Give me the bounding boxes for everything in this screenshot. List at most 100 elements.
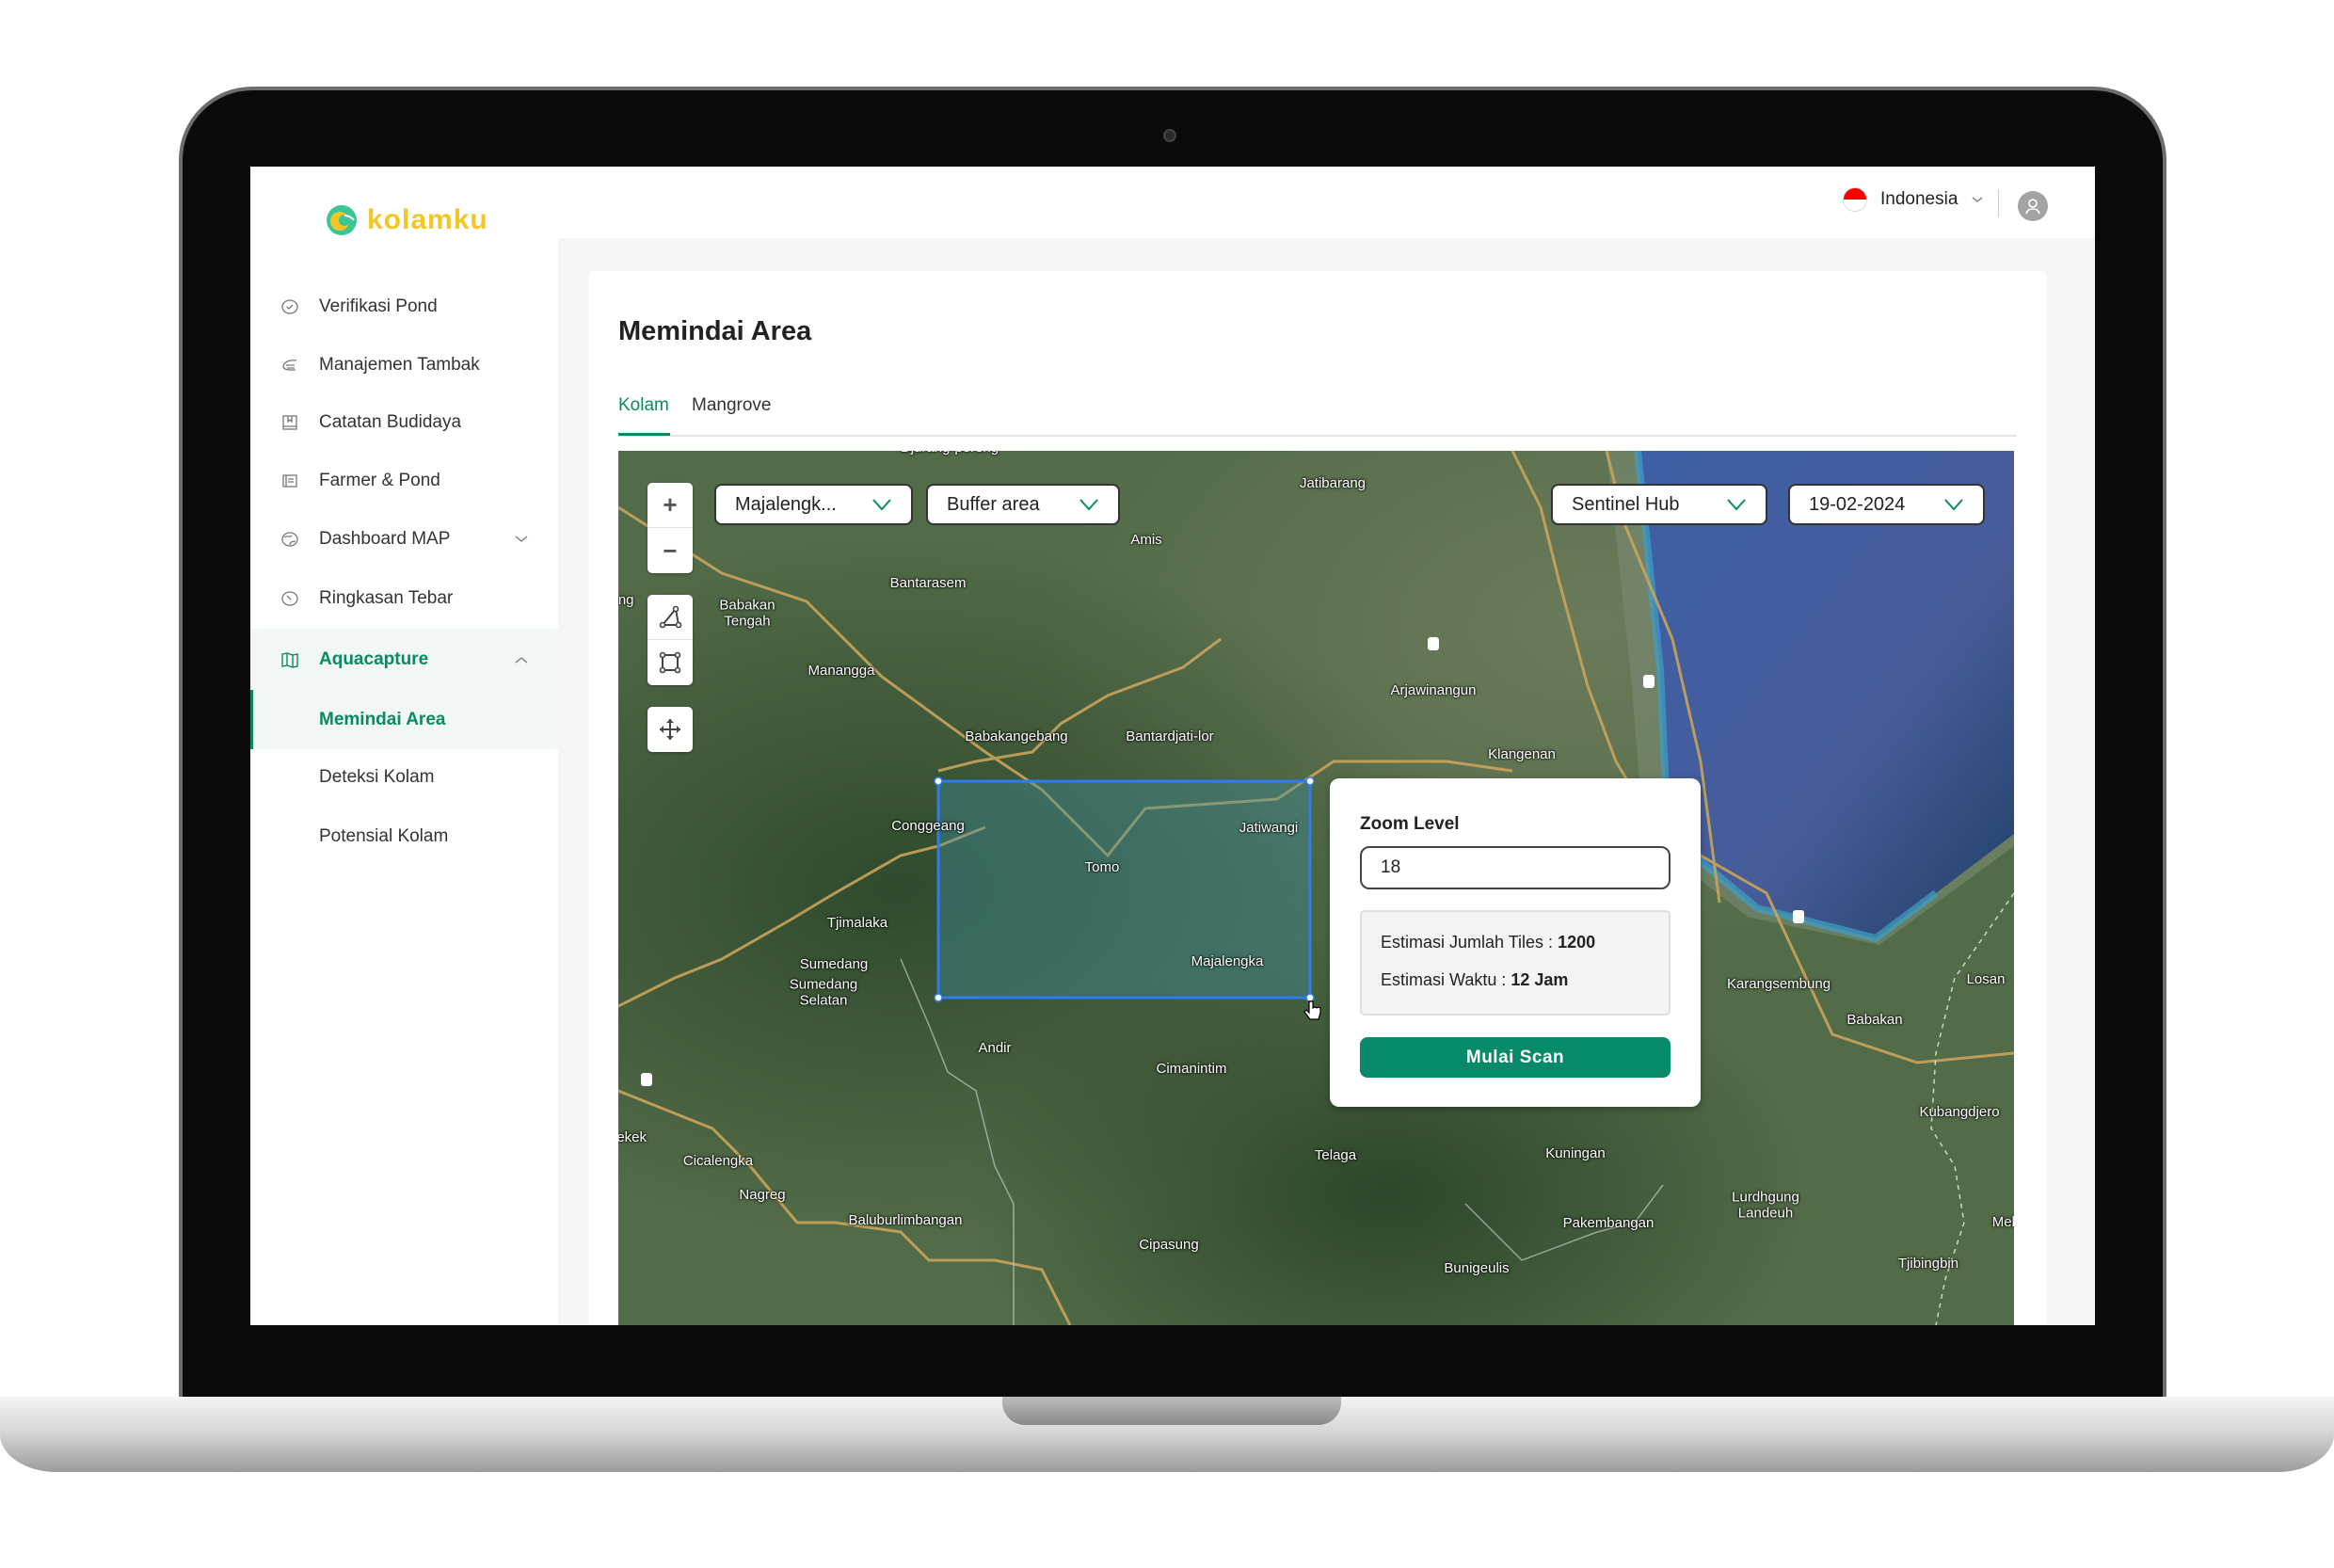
- tiles-value: 1200: [1558, 933, 1596, 952]
- map-place-label: Majalengka: [1191, 952, 1264, 969]
- map-place-label: Jatibarang: [1299, 474, 1367, 491]
- satellite-map[interactable]: Djurang-pereng Jatibarang Amis Bantarasem Ba…: [618, 451, 2014, 1325]
- chevron-down-icon: [872, 499, 891, 511]
- gauge-icon: [280, 589, 299, 608]
- chevron-down-icon: [1972, 197, 1983, 202]
- webcam: [1163, 129, 1176, 142]
- map-place-label: Cipasung: [1139, 1236, 1199, 1253]
- map-place-label: Djurang-pereng: [901, 451, 999, 456]
- map-place-label: Sumedang Selatan: [789, 976, 858, 1008]
- polygon-icon: [659, 605, 682, 628]
- indonesia-flag-icon: [1843, 187, 1867, 212]
- sidebar-subitem-potensial-kolam[interactable]: Potensial Kolam: [250, 808, 558, 866]
- map-place-label: Andir: [978, 1039, 1012, 1056]
- map-place-label: aekek: [618, 1128, 647, 1145]
- map-icon: [280, 650, 299, 669]
- globe-icon: [280, 530, 299, 549]
- sidebar-item-verifikasi-pond[interactable]: Verifikasi Pond: [250, 278, 558, 336]
- time-estimate: Estimasi Waktu : 12 Jam: [1381, 970, 1568, 990]
- selection-handle: [934, 993, 943, 1002]
- map-place-label: Kubangdjero: [1919, 1103, 2000, 1120]
- draw-rectangle-button[interactable]: [647, 640, 693, 685]
- page-title: Memindai Area: [618, 316, 812, 346]
- sidebar-subitem-memindai-area[interactable]: Memindai Area: [250, 690, 558, 749]
- estimate-box: Estimasi Jumlah Tiles : 1200 Estimasi Wa…: [1360, 910, 1671, 1016]
- map-place-label: Lurdhgung Landeuh: [1732, 1189, 1799, 1221]
- pan-button[interactable]: [647, 707, 693, 752]
- zoom-out-button[interactable]: −: [647, 528, 693, 573]
- divider: [1998, 189, 1999, 217]
- book-icon: [280, 413, 299, 432]
- map-place-label: Sumedang: [799, 955, 869, 972]
- map-place-label: Arjawinangun: [1390, 681, 1477, 698]
- tab-kolam[interactable]: Kolam: [618, 395, 669, 416]
- date-value: 19-02-2024: [1809, 493, 1906, 515]
- map-place-label: Tjibingbin: [1897, 1255, 1959, 1272]
- map-place-label: Tjimalaka: [826, 914, 888, 931]
- tab-mangrove[interactable]: Mangrove: [692, 395, 772, 416]
- chevron-down-icon: [1079, 499, 1098, 511]
- laptop-notch: [1002, 1397, 1341, 1425]
- sidebar-item-label: Manajemen Tambak: [319, 355, 480, 375]
- layer-dropdown[interactable]: Buffer area: [926, 484, 1120, 525]
- sidebar-item-farmer-pond[interactable]: Farmer & Pond: [250, 452, 558, 510]
- user-icon: [2025, 199, 2040, 215]
- shrimp-icon: [280, 356, 299, 375]
- chevron-down-icon: [1944, 499, 1963, 511]
- sidebar-item-catatan-budidaya[interactable]: Catatan Budidaya: [250, 393, 558, 452]
- source-value: Sentinel Hub: [1572, 493, 1680, 515]
- region-dropdown[interactable]: Majalengk...: [714, 484, 913, 525]
- selection-handle: [934, 776, 943, 786]
- hand-cursor-icon: [1303, 1000, 1321, 1020]
- draw-tools: [647, 595, 693, 685]
- map-place-label: Bunigeulis: [1444, 1259, 1510, 1276]
- map-place-label: Kuningan: [1545, 1144, 1606, 1161]
- map-place-label: Cimanintim: [1156, 1060, 1227, 1077]
- chevron-up-icon: [514, 652, 529, 667]
- user-avatar[interactable]: [2018, 191, 2048, 221]
- map-place-label: ang: [618, 591, 634, 608]
- map-place-label: Babakan: [1846, 1011, 1903, 1028]
- sidebar-item-aquacapture[interactable]: Aquacapture: [250, 629, 558, 690]
- list-icon: [280, 472, 299, 490]
- map-place-label: Mela: [1991, 1213, 2014, 1230]
- sidebar-item-label: Potensial Kolam: [319, 826, 449, 846]
- date-dropdown[interactable]: 19-02-2024: [1788, 484, 1985, 525]
- tabs-divider: [618, 435, 2017, 437]
- sidebar-item-ringkasan-tebar[interactable]: Ringkasan Tebar: [250, 569, 558, 628]
- zoom-level-label: Zoom Level: [1360, 814, 1460, 834]
- sidebar-item-label: Memindai Area: [319, 709, 446, 729]
- draw-polygon-button[interactable]: [647, 595, 693, 640]
- sidebar-item-dashboard-map[interactable]: Dashboard MAP: [250, 510, 558, 568]
- map-imagery: [618, 451, 2014, 1325]
- time-value: 12 Jam: [1511, 970, 1569, 989]
- map-place-label: Babakangebang: [965, 728, 1068, 744]
- map-place-label: Pakembangan: [1562, 1214, 1655, 1231]
- logo[interactable]: kolamku: [326, 204, 488, 236]
- source-dropdown[interactable]: Sentinel Hub: [1551, 484, 1767, 525]
- time-label: Estimasi Waktu :: [1381, 970, 1511, 989]
- sidebar-item-label: Dashboard MAP: [319, 529, 451, 549]
- language-selector[interactable]: Indonesia: [1843, 187, 1984, 212]
- zoom-in-button[interactable]: +: [647, 483, 693, 528]
- active-tab-indicator: [618, 433, 670, 436]
- layer-value: Buffer area: [947, 493, 1040, 515]
- zoom-level-input[interactable]: 18: [1360, 846, 1671, 889]
- tiles-label: Estimasi Jumlah Tiles :: [1381, 933, 1559, 952]
- map-place-label: Bantardjati-lor: [1126, 728, 1214, 744]
- sidebar-item-label: Verifikasi Pond: [319, 296, 438, 316]
- map-place-label: Bantarasem: [889, 574, 967, 591]
- zoom-controls: + −: [647, 483, 693, 573]
- map-place-label: Karangsembung: [1726, 975, 1831, 992]
- map-place-label: Nagreg: [739, 1186, 786, 1203]
- map-place-label: Conggeang: [891, 817, 965, 834]
- app-screen: Indonesia kolamku Verifikasi Pond Manaje…: [250, 167, 2095, 1325]
- map-place-label: Jatiwangi: [1239, 819, 1299, 836]
- start-scan-button[interactable]: Mulai Scan: [1360, 1037, 1671, 1078]
- sidebar-subitem-deteksi-kolam[interactable]: Deteksi Kolam: [250, 748, 558, 807]
- map-place-label: Losan: [1966, 970, 2006, 987]
- check-circle-icon: [280, 297, 299, 316]
- sidebar-item-manajemen-tambak[interactable]: Manajemen Tambak: [250, 336, 558, 394]
- region-value: Majalengk...: [735, 493, 837, 515]
- sidebar-item-label: Deteksi Kolam: [319, 767, 435, 787]
